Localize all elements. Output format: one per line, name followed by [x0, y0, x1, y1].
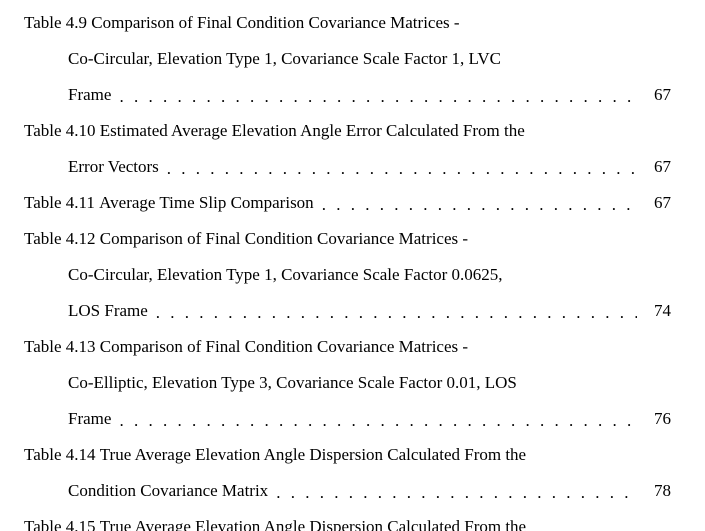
table-title-first: Comparison of Final Condition Covariance… [100, 338, 468, 355]
toc-entry-continuation-line: Co-Elliptic, Elevation Type 3, Covarianc… [68, 374, 671, 391]
toc-entry-first-line: Table 4.13 Comparison of Final Condition… [24, 338, 671, 355]
table-label: Table 4.11 [24, 194, 95, 211]
table-title-first: True Average Elevation Angle Dispersion … [100, 446, 526, 463]
toc-entry-continuation-line: Condition Covariance Matrix 78 [68, 482, 671, 499]
table-title-continuation: Frame [68, 410, 111, 427]
list-of-tables-page: Table 4.9 Comparison of Final Condition … [0, 0, 705, 531]
toc-entry-continuation-line: Frame 67 [68, 86, 671, 103]
table-title-first: True Average Elevation Angle Dispersion … [100, 518, 526, 531]
dot-leader [276, 484, 637, 501]
page-number: 76 [647, 410, 671, 427]
dot-leader [167, 160, 637, 177]
table-label: Table 4.10 [24, 122, 96, 139]
table-label: Table 4.12 [24, 230, 96, 247]
table-title-continuation: Condition Covariance Matrix [68, 482, 268, 499]
page-number: 67 [647, 86, 671, 103]
table-label: Table 4.13 [24, 338, 96, 355]
table-title-continuation: LOS Frame [68, 302, 148, 319]
page-number: 67 [647, 194, 671, 211]
toc-entry-continuation-line: Co-Circular, Elevation Type 1, Covarianc… [68, 266, 671, 283]
toc-entry-continuation-line: Error Vectors 67 [68, 158, 671, 175]
table-label: Table 4.14 [24, 446, 96, 463]
page-number: 74 [647, 302, 671, 319]
table-label: Table 4.15 [24, 518, 96, 531]
table-title-continuation: Co-Circular, Elevation Type 1, Covarianc… [68, 50, 501, 67]
dot-leader [156, 304, 637, 321]
toc-entry-continuation-line: Frame 76 [68, 410, 671, 427]
toc-entry-first-line: Table 4.14 True Average Elevation Angle … [24, 446, 671, 463]
toc-entry-first-line: Table 4.15 True Average Elevation Angle … [24, 518, 671, 531]
table-title-continuation: Co-Circular, Elevation Type 1, Covarianc… [68, 266, 503, 283]
table-label: Table 4.9 [24, 14, 87, 31]
table-title-continuation: Frame [68, 86, 111, 103]
table-title-first: Comparison of Final Condition Covariance… [100, 230, 468, 247]
toc-entry-first-line: Table 4.10 Estimated Average Elevation A… [24, 122, 671, 139]
dot-leader [322, 196, 637, 213]
toc-entry-continuation-line: Co-Circular, Elevation Type 1, Covarianc… [68, 50, 671, 67]
table-title-first: Average Time Slip Comparison [99, 194, 314, 211]
toc-entry-continuation-line: LOS Frame 74 [68, 302, 671, 319]
page-number: 67 [647, 158, 671, 175]
dot-leader [119, 412, 637, 429]
table-title-first: Comparison of Final Condition Covariance… [91, 14, 459, 31]
toc-entry-first-line: Table 4.11 Average Time Slip Comparison 6… [24, 194, 671, 211]
dot-leader [119, 88, 637, 105]
toc-entry-first-line: Table 4.12 Comparison of Final Condition… [24, 230, 671, 247]
toc-entry-first-line: Table 4.9 Comparison of Final Condition … [24, 14, 671, 31]
page-number: 78 [647, 482, 671, 499]
table-title-continuation: Co-Elliptic, Elevation Type 3, Covarianc… [68, 374, 517, 391]
table-title-first: Estimated Average Elevation Angle Error … [100, 122, 525, 139]
table-title-continuation: Error Vectors [68, 158, 159, 175]
